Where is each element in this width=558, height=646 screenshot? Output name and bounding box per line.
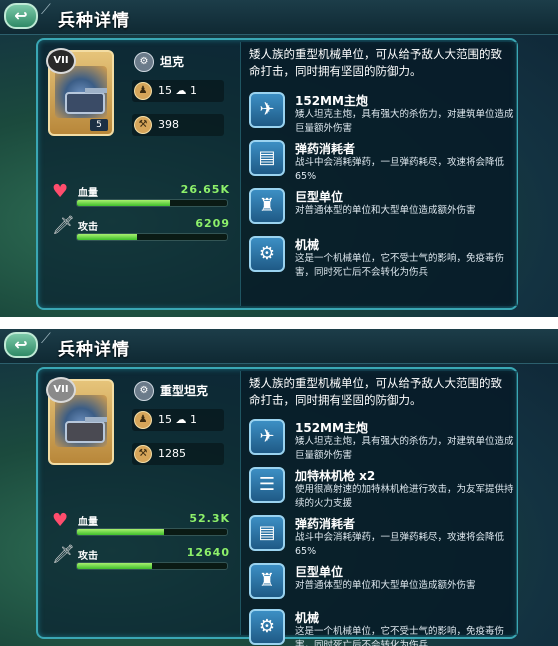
skill-name: 机械 [295,238,320,252]
hp-bar [76,528,228,536]
unit-name: 坦克 [160,55,185,69]
skill-text: 矮人坦克主炮，具有强大的杀伤力，对建筑单位造成巨量额外伤害 [295,109,514,134]
rank-badge: VII [46,377,76,403]
hp-label: 血量 [78,188,98,199]
population-value: 15 [158,84,172,97]
wing-icon: ⟋ [41,331,51,347]
skill-name: 机械 [295,611,320,625]
cost-value: 1285 [158,447,186,460]
page-title: 兵种详情 [58,340,130,360]
back-arrow-icon: ↩ [14,335,28,354]
hp-bar-fill [77,529,164,535]
heart-icon: ♥ [52,510,69,531]
crowd-icon: ☁ [175,413,187,426]
attack-label: 攻击 [78,551,98,562]
unit-info-frame: VII 5 ⚙ 坦克 ♟ 15 ☁ 1 ⚒ 398 ♥ 血量 26.65K 🗡 … [36,38,518,310]
attack-bar-fill [77,234,137,240]
cannon-icon: ✈ [249,92,285,128]
hp-stat: ♥ 血量 52.3K [52,511,230,541]
page-title: 兵种详情 [58,11,130,31]
attack-bar [76,562,228,570]
population-extra: 1 [190,84,197,97]
cost-icon: ⚒ [134,116,152,134]
skill-text: 战斗中会消耗弹药，一旦弹药耗尽，攻速将会降低65% [295,532,505,557]
unit-detail-panel: ↩ ⟋ 兵种详情 VII 5 ⚙ 坦克 ♟ 15 ☁ 1 ⚒ 398 ♥ 血量 … [0,0,558,317]
cannon-icon: ✈ [249,419,285,455]
skill-text: 对普通体型的单位和大型单位造成额外伤害 [295,580,476,591]
skill-name: 巨型单位 [295,565,344,579]
crowd-icon: ☁ [175,84,187,97]
wing-icon: ⟋ [41,2,51,18]
giant-icon: ♜ [249,563,285,599]
unit-info-frame: VII ⚙ 重型坦克 ♟ 15 ☁ 1 ⚒ 1285 ♥ 血量 52.3K 🗡 … [36,367,518,646]
attack-value: 6209 [195,217,230,230]
tank-barrel [85,417,107,422]
attack-value: 12640 [186,546,230,559]
description-pane: 矮人族的重型机械单位，可从给予敌人大范围的致命打击，同时拥有坚固的防御力。 ✈ … [240,42,517,306]
population-extra: 1 [190,413,197,426]
attack-bar [76,233,228,241]
unit-detail-panel: ↩ ⟋ 兵种详情 VII ⚙ 重型坦克 ♟ 15 ☁ 1 ⚒ 1285 ♥ 血量… [0,329,558,646]
skill-name: 152MM主炮 [295,94,368,108]
unit-description: 矮人族的重型机械单位，可从给予敌人大范围的致命打击，同时拥有坚固的防御力。 [249,376,502,407]
ammo-icon: ▤ [249,140,285,176]
hp-bar-fill [77,200,170,206]
cost-row: ⚒ 398 [132,114,224,136]
skill-text: 战斗中会消耗弹药，一旦弹药耗尽，攻速将会降低65% [295,157,505,182]
skill-text: 这是一个机械单位，它不受士气的影响，免疫毒伤害，同时死亡后不会转化为伤兵 [295,253,505,278]
skill-name: 弹药消耗者 [295,142,356,156]
skill-name: 加特林机枪 x2 [295,469,376,483]
header-bar: ↩ ⟋ 兵种详情 [0,0,558,35]
population-row: ♟ 15 ☁ 1 [132,80,224,102]
skill-text: 矮人坦克主炮，具有强大的杀伤力，对建筑单位造成巨量额外伤害 [295,436,514,461]
description-pane: 矮人族的重型机械单位，可从给予敌人大范围的致命打击，同时拥有坚固的防御力。 ✈ … [240,371,517,646]
gear-icon: ⚙ [249,236,285,272]
attack-stat: 🗡 攻击 6209 [52,216,230,246]
unit-type-icon: ⚙ [134,381,154,401]
attack-stat: 🗡 攻击 12640 [52,545,230,575]
level-badge: 5 [90,119,108,131]
gatling-icon: ☰ [249,467,285,503]
skill-text: 对普通体型的单位和大型单位造成额外伤害 [295,205,476,216]
hp-bar [76,199,228,207]
sword-icon: 🗡 [52,215,75,236]
giant-icon: ♜ [249,188,285,224]
unit-type-icon: ⚙ [134,52,154,72]
hp-stat: ♥ 血量 26.65K [52,182,230,212]
cost-value: 398 [158,118,179,131]
back-arrow-icon: ↩ [14,6,28,25]
hp-label: 血量 [78,517,98,528]
unit-card[interactable]: VII 5 [46,48,114,136]
population-value: 15 [158,413,172,426]
ammo-icon: ▤ [249,515,285,551]
unit-description: 矮人族的重型机械单位，可从给予敌人大范围的致命打击，同时拥有坚固的防御力。 [249,47,502,78]
rank-badge: VII [46,48,76,74]
tank-image [65,92,105,114]
skill-name: 弹药消耗者 [295,517,356,531]
population-icon: ♟ [134,411,152,429]
tank-barrel [85,88,107,93]
back-button[interactable]: ↩ [4,332,38,358]
population-row: ♟ 15 ☁ 1 [132,409,224,431]
cost-icon: ⚒ [134,445,152,463]
skill-text: 使用很高射速的加特林机枪进行攻击，为友军提供持续的火力支援 [295,484,514,509]
heart-icon: ♥ [52,181,69,202]
population-icon: ♟ [134,82,152,100]
skill-name: 152MM主炮 [295,421,368,435]
attack-bar-fill [77,563,152,569]
skill-name: 巨型单位 [295,190,344,204]
tank-image [65,421,105,443]
attack-label: 攻击 [78,222,98,233]
back-button[interactable]: ↩ [4,3,38,29]
unit-name: 重型坦克 [160,384,209,398]
skill-text: 这是一个机械单位，它不受士气的影响，免疫毒伤害，同时死亡后不会转化为伤兵 [295,626,505,646]
sword-icon: 🗡 [52,544,75,565]
header-bar: ↩ ⟋ 兵种详情 [0,329,558,364]
cost-row: ⚒ 1285 [132,443,224,465]
hp-value: 52.3K [189,512,230,525]
gear-icon: ⚙ [249,609,285,645]
unit-card[interactable]: VII [46,377,114,465]
hp-value: 26.65K [180,183,230,196]
